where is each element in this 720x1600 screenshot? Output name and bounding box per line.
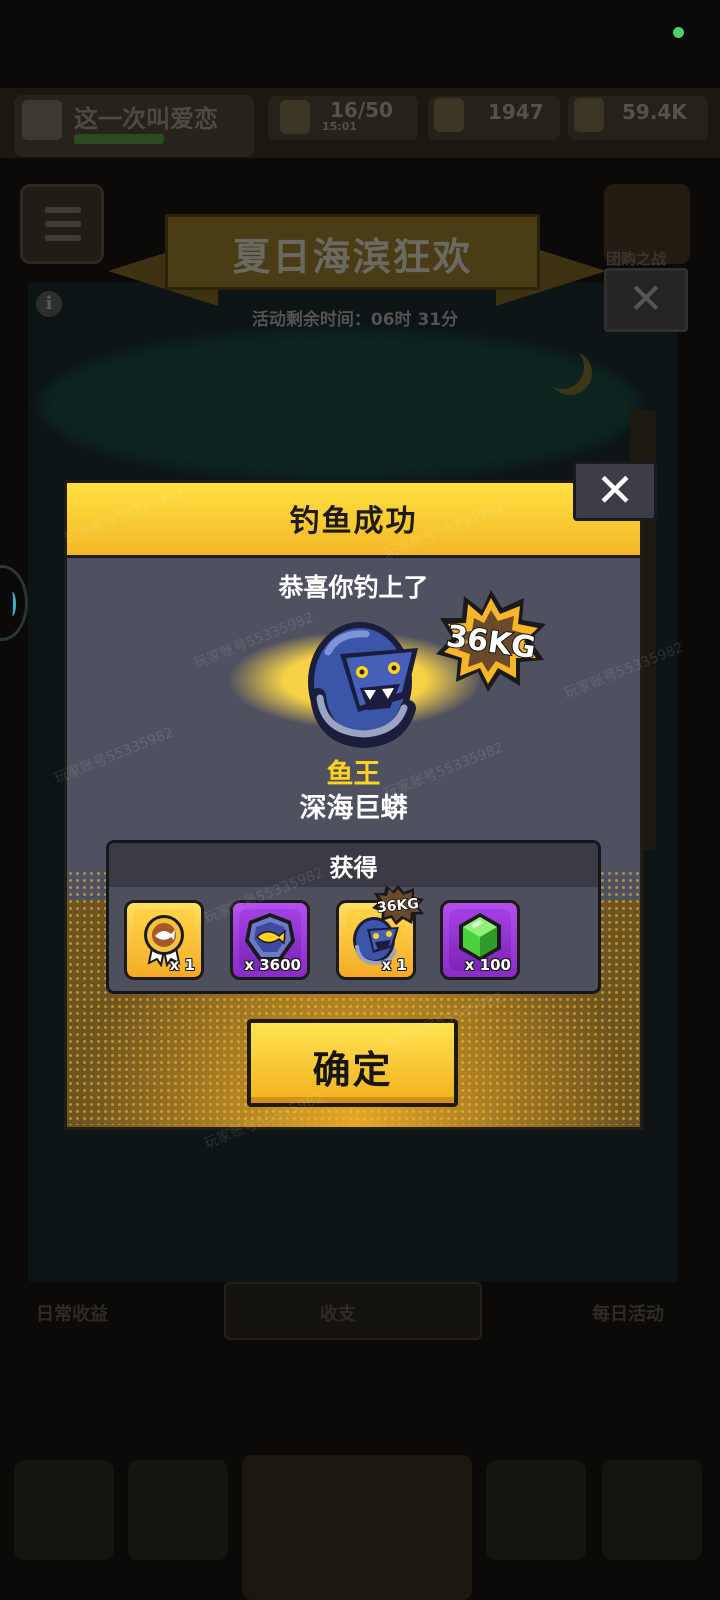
reward-count: x 1 [381,956,407,974]
reward-item[interactable]: x 1 [124,900,204,980]
status-indicator [673,27,684,38]
level-bar [74,134,164,144]
fish-name: 深海巨蟒 [299,793,408,824]
info-icon[interactable]: i [36,291,62,317]
energy-icon [280,100,310,134]
sea-serpent-icon [308,622,418,748]
menu-button[interactable] [20,184,104,264]
avatar[interactable] [22,100,62,140]
tab-daily-income[interactable]: 日常收益 [36,1300,108,1326]
side-handle-arc-icon [8,592,16,616]
tab-daily-event[interactable]: 每日活动 [592,1300,664,1326]
resource-1-value: 1947 [488,100,544,124]
player-name: 这一次叫爱恋 [74,105,218,133]
confirm-button-label: 确定 [312,1048,393,1092]
nav-item-5[interactable] [602,1460,702,1560]
tab-center-label[interactable]: 收支 [320,1300,356,1326]
reward-count: x 1 [169,956,195,974]
reward-count: x 100 [464,956,511,974]
dialog-close-button[interactable]: ✕ [573,461,657,521]
nav-item-4[interactable] [486,1460,586,1560]
moon-icon [540,345,584,389]
event-close-button[interactable]: ✕ [604,268,688,332]
weight-badge-icon: 36KG [436,590,546,692]
nav-item-center[interactable] [242,1455,472,1600]
event-title: 夏日海滨狂欢 [232,235,473,279]
reward-count: x 3600 [244,956,301,974]
nav-item-2[interactable] [128,1460,228,1560]
nav-item-1[interactable] [14,1460,114,1560]
close-icon: ✕ [595,463,635,517]
weight-mini-badge-icon: 36KG [372,885,424,925]
guild-label: 团购之战 [606,250,667,268]
resource-1-icon [434,98,464,132]
resource-2-value: 59.4K [622,100,687,124]
energy-timer: 15:01 [322,120,358,133]
congrats-text: 恭喜你钓上了 [278,573,429,602]
reward-title: 获得 [329,854,378,882]
energy-value: 16/50 [330,98,393,122]
event-timer: 活动剩余时间：06时 31分 [251,310,459,330]
reward-item[interactable]: x 100 [440,900,520,980]
resource-2-icon [574,98,604,132]
